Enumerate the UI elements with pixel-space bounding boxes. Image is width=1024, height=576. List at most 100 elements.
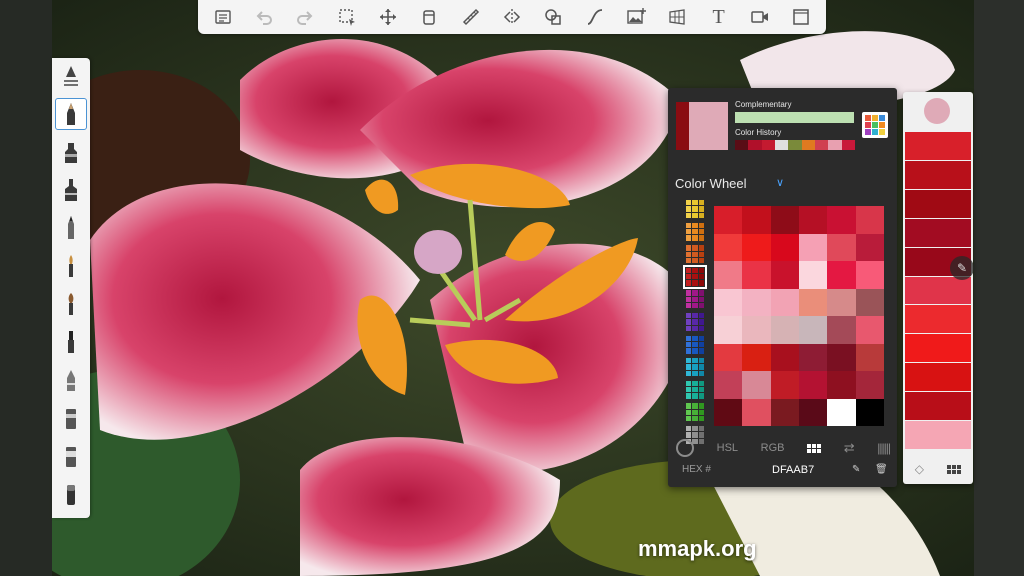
eyedropper-icon[interactable]: ✎	[852, 464, 860, 475]
history-swatch[interactable]	[788, 140, 802, 150]
list-icon[interactable]	[208, 2, 238, 32]
grid-swatch[interactable]	[770, 316, 799, 344]
strip-swatch[interactable]	[905, 363, 971, 392]
marker-icon[interactable]	[55, 136, 87, 168]
color-wheel-mode-icon[interactable]	[676, 439, 694, 457]
grid-swatch[interactable]	[714, 343, 743, 371]
grid-swatch[interactable]	[742, 371, 771, 399]
airbrush-icon[interactable]	[55, 174, 87, 206]
history-swatch[interactable]	[814, 140, 829, 150]
history-swatch[interactable]	[735, 140, 749, 150]
grid-swatch[interactable]	[770, 261, 799, 289]
grid-swatch[interactable]	[827, 343, 856, 371]
chevron-down-icon[interactable]: ∨	[776, 176, 784, 189]
grid-swatch[interactable]	[855, 288, 884, 316]
color-history-strip[interactable]	[735, 140, 855, 150]
move-icon[interactable]	[373, 2, 403, 32]
shuffle-icon[interactable]: ⇄	[844, 440, 855, 456]
current-color-puck[interactable]	[924, 98, 950, 124]
color-family-swatch[interactable]	[686, 222, 704, 241]
grid-swatch[interactable]	[742, 233, 771, 261]
grid-swatch[interactable]	[770, 206, 799, 234]
redo-icon[interactable]	[290, 2, 320, 32]
hsl-mode-tab[interactable]: HSL	[717, 442, 738, 454]
grid-swatch[interactable]	[714, 206, 743, 234]
grid-swatch[interactable]	[799, 233, 828, 261]
layers-icon[interactable]: ◇	[915, 462, 924, 476]
grid-swatch[interactable]	[827, 206, 856, 234]
rgb-mode-tab[interactable]: RGB	[761, 442, 785, 454]
grid-swatch[interactable]	[770, 371, 799, 399]
history-swatch[interactable]	[748, 140, 762, 150]
history-swatch[interactable]	[774, 140, 789, 150]
grid-swatch[interactable]	[855, 316, 884, 344]
grid-swatch[interactable]	[827, 233, 856, 261]
history-swatch[interactable]	[761, 140, 775, 150]
strip-swatch[interactable]	[905, 276, 971, 305]
grid-swatch[interactable]	[855, 371, 884, 399]
swatch-grid-mode-icon[interactable]	[807, 443, 822, 453]
ink-pen-icon[interactable]	[55, 212, 87, 244]
grid-swatch[interactable]	[799, 316, 828, 344]
solid-fill-icon[interactable]	[55, 440, 87, 472]
perspective-icon[interactable]	[662, 2, 692, 32]
eraser-icon[interactable]	[55, 478, 87, 510]
grid-swatch[interactable]	[770, 233, 799, 261]
grid-swatch[interactable]	[714, 233, 743, 261]
undo-icon[interactable]	[249, 2, 279, 32]
color-family-swatch[interactable]	[686, 200, 704, 218]
grid-swatch[interactable]	[827, 316, 856, 344]
grid-swatch[interactable]	[714, 316, 743, 344]
color-family-swatch[interactable]	[686, 290, 704, 309]
grid-swatch[interactable]	[799, 206, 828, 234]
grid-swatch[interactable]	[714, 398, 743, 426]
grid-swatch[interactable]	[714, 261, 743, 289]
import-image-icon[interactable]	[621, 2, 651, 32]
round-brush-icon[interactable]	[55, 288, 87, 320]
grid-swatch[interactable]	[827, 261, 856, 289]
color-family-swatch[interactable]	[686, 380, 704, 399]
ruler-icon[interactable]	[456, 2, 486, 32]
strip-swatch[interactable]	[905, 189, 971, 218]
grid-swatch[interactable]	[714, 288, 743, 316]
flat-brush-icon[interactable]	[55, 326, 87, 358]
symmetry-icon[interactable]	[497, 2, 527, 32]
selection-icon[interactable]	[332, 2, 362, 32]
swatch-grid-icon[interactable]	[947, 464, 962, 474]
palette-grid-icon[interactable]	[862, 112, 888, 138]
strip-swatch[interactable]	[905, 132, 971, 160]
grid-swatch[interactable]	[714, 371, 743, 399]
hex-value-field[interactable]: DFAAB7	[772, 464, 814, 476]
grid-swatch[interactable]	[742, 343, 771, 371]
color-family-swatch[interactable]	[686, 312, 704, 331]
color-family-swatch[interactable]	[683, 264, 707, 289]
color-family-swatch[interactable]	[686, 403, 704, 422]
edit-pencil-icon[interactable]: ✎	[950, 256, 974, 280]
grid-swatch[interactable]	[742, 316, 771, 344]
blender-icon[interactable]	[55, 364, 87, 396]
history-swatch[interactable]	[841, 140, 855, 150]
strip-swatch[interactable]	[905, 334, 971, 363]
history-swatch[interactable]	[801, 140, 815, 150]
complementary-color-bar[interactable]	[735, 112, 854, 123]
video-icon[interactable]	[745, 2, 775, 32]
strip-swatch[interactable]	[905, 392, 971, 421]
curve-icon[interactable]	[580, 2, 610, 32]
grid-swatch[interactable]	[770, 288, 799, 316]
color-family-swatch[interactable]	[686, 358, 704, 377]
smudge-icon[interactable]	[55, 402, 87, 434]
delete-icon[interactable]: 🗑	[875, 464, 888, 475]
grid-swatch[interactable]	[770, 343, 799, 371]
grid-swatch[interactable]	[855, 343, 884, 371]
grid-swatch[interactable]	[742, 261, 771, 289]
grid-swatch[interactable]	[855, 233, 884, 261]
fill-icon[interactable]	[414, 2, 444, 32]
brush-settings-icon[interactable]	[55, 60, 87, 92]
history-swatch[interactable]	[828, 140, 842, 150]
grid-swatch[interactable]	[799, 343, 828, 371]
color-family-swatch[interactable]	[686, 245, 704, 264]
strip-swatch[interactable]	[905, 160, 971, 189]
fullscreen-icon[interactable]	[786, 2, 816, 32]
grid-swatch[interactable]	[799, 398, 828, 426]
grid-swatch[interactable]	[742, 206, 771, 234]
